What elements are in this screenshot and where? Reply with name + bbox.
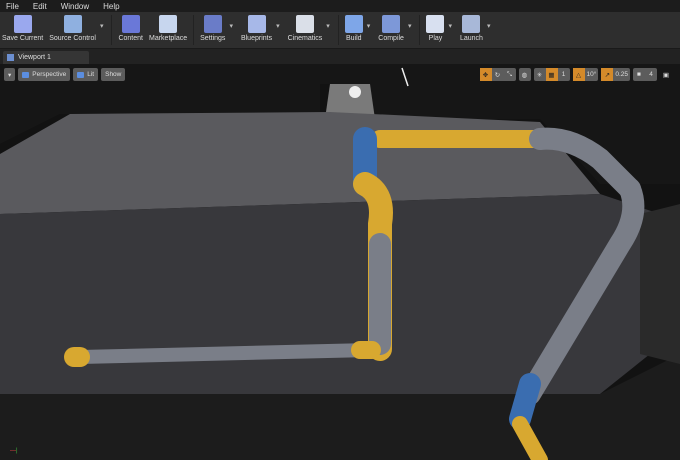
content-icon	[121, 15, 140, 33]
compile-button[interactable]: Compile	[378, 12, 404, 42]
toolbar-label: Launch	[459, 35, 483, 42]
launch-icon	[462, 15, 481, 33]
grid-snap-value[interactable]: 1	[558, 68, 570, 81]
main-toolbar: Save Current Source Control ▾ Content Market…	[0, 12, 680, 49]
rotate-icon[interactable]: ↻	[492, 68, 504, 81]
box-face	[0, 194, 660, 394]
blueprints-button[interactable]: Blueprints	[241, 12, 272, 42]
toolbar-label: Compile	[378, 35, 404, 42]
toolbar-label: Play	[428, 35, 443, 42]
scene	[0, 64, 680, 460]
play-button[interactable]: Play	[426, 12, 445, 42]
marketplace-icon	[159, 15, 178, 33]
toolbar-label: Build	[345, 35, 362, 42]
content-button[interactable]: Content	[118, 12, 143, 42]
toolbar-label: Marketplace	[149, 35, 188, 42]
scale-snap-icon[interactable]: ↗	[601, 68, 614, 81]
dropdown-arrow-icon[interactable]: ▾	[276, 22, 280, 30]
toolbar-label: Cinematics	[287, 35, 323, 42]
dropdown-arrow-icon[interactable]: ▾	[408, 22, 412, 30]
settings-icon	[203, 15, 222, 33]
tab-viewport-1[interactable]: Viewport 1	[3, 51, 89, 64]
cinematics-button[interactable]: Cinematics	[287, 12, 323, 42]
world-local-icon[interactable]: ◍	[519, 68, 531, 81]
dropdown-arrow-icon[interactable]: ▾	[326, 22, 330, 30]
scale-icon[interactable]: ⤡	[504, 68, 516, 81]
separator	[337, 15, 339, 45]
separator	[419, 15, 421, 45]
dropdown-arrow-icon[interactable]: ▾	[487, 22, 491, 30]
dropdown-arrow-icon[interactable]: ▾	[448, 22, 452, 30]
angle-snap-icon[interactable]: △	[572, 68, 585, 81]
dropdown-arrow-icon[interactable]: ▾	[100, 22, 104, 30]
camera-speed-icon[interactable]: ■	[633, 68, 645, 81]
viewport-icon	[7, 54, 14, 61]
launch-button[interactable]: Launch	[460, 12, 483, 42]
perspective-button[interactable]: Perspective	[18, 68, 71, 81]
play-icon	[426, 15, 445, 33]
source-control-button[interactable]: Source Control	[49, 12, 96, 42]
marketplace-button[interactable]: Marketplace	[149, 12, 187, 42]
toolbar-label: Save Current	[2, 35, 44, 42]
viewport-options-button[interactable]: ▾	[4, 68, 16, 81]
maximize-icon[interactable]: ▣	[660, 68, 672, 81]
surface-snap-icon[interactable]: ✳	[534, 68, 546, 81]
pipe-blue-bottom	[509, 373, 541, 430]
tab-label: Viewport 1	[18, 54, 51, 61]
menu-help[interactable]: Help	[103, 2, 119, 11]
save-current-button[interactable]: Save Current	[2, 12, 43, 42]
axis-gizmo-icon: —|	[10, 448, 18, 454]
dropdown-arrow-icon[interactable]: ▾	[229, 22, 233, 30]
cinematics-icon	[295, 15, 314, 33]
build-icon	[344, 15, 363, 33]
translate-icon[interactable]: ✥	[479, 68, 492, 81]
tab-row: Viewport 1	[0, 49, 680, 64]
menu-edit[interactable]: Edit	[33, 2, 47, 11]
perspective-label: Perspective	[32, 71, 67, 78]
light-gizmo	[349, 86, 361, 98]
toolbar-label: Source Control	[49, 35, 96, 42]
save-icon	[13, 15, 32, 33]
camera-speed-value[interactable]: 4	[645, 68, 657, 81]
show-button[interactable]: Show	[101, 68, 126, 81]
separator	[111, 15, 113, 45]
lit-label: Lit	[87, 71, 95, 78]
lit-icon	[77, 71, 85, 78]
blueprints-icon	[247, 15, 266, 33]
perspective-icon	[22, 71, 30, 78]
menu-file[interactable]: File	[6, 2, 19, 11]
dropdown-arrow-icon[interactable]: ▾	[367, 22, 371, 30]
toolbar-label: Settings	[200, 35, 226, 42]
source-control-icon	[63, 15, 82, 33]
menu-bar: File Edit Window Help	[0, 0, 680, 12]
compile-icon	[382, 15, 401, 33]
viewport-toolbar: ▾ Perspective Lit Show	[4, 68, 126, 81]
viewport-transform-toolbar: ✥ ↻ ⤡ ◍ ✳ ▦ 1 △ 10° ↗ 0.25 ■ 4 ▣	[479, 68, 673, 81]
settings-button[interactable]: Settings	[200, 12, 225, 42]
toolbar-label: Blueprints	[240, 35, 273, 42]
separator	[193, 15, 195, 45]
grid-snap-icon[interactable]: ▦	[545, 68, 558, 81]
lit-button[interactable]: Lit	[73, 68, 99, 81]
viewport[interactable]: ▾ Perspective Lit Show ✥ ↻ ⤡ ◍ ✳ ▦ 1 △ 10° ↗ 0…	[0, 64, 680, 460]
build-button[interactable]: Build	[344, 12, 363, 42]
menu-window[interactable]: Window	[61, 2, 89, 11]
toolbar-label: Content	[118, 35, 143, 42]
show-label: Show	[105, 71, 122, 78]
angle-snap-value[interactable]: 10°	[585, 68, 599, 81]
pipe-horizontal	[73, 343, 377, 364]
scale-snap-value[interactable]: 0.25	[613, 68, 630, 81]
